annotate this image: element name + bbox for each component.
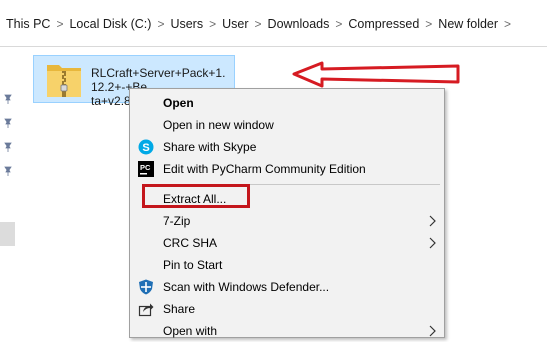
- menu-item-scan-defender[interactable]: Scan with Windows Defender...: [130, 276, 444, 298]
- breadcrumb: This PC > Local Disk (C:) > Users > User…: [4, 17, 515, 31]
- svg-text:PC: PC: [140, 163, 151, 172]
- breadcrumb-this-pc[interactable]: This PC: [4, 17, 52, 31]
- chevron-right-icon[interactable]: >: [209, 17, 216, 31]
- menu-item-label: Open with: [163, 324, 218, 338]
- menu-item-label: Open: [163, 96, 194, 110]
- menu-item-label: Share: [163, 302, 196, 316]
- menu-item-label: 7-Zip: [163, 214, 191, 228]
- skype-icon: S: [138, 139, 154, 155]
- menu-item-label: Share with Skype: [163, 140, 257, 154]
- menu-item-edit-pycharm[interactable]: PC Edit with PyCharm Community Edition: [130, 158, 444, 180]
- menu-item-label: CRC SHA: [163, 236, 218, 250]
- menu-item-label: Edit with PyCharm Community Edition: [163, 162, 366, 176]
- svg-text:S: S: [142, 142, 149, 154]
- pin-icon[interactable]: [3, 94, 13, 104]
- menu-item-open-with[interactable]: Open with: [130, 320, 444, 342]
- breadcrumb-users[interactable]: Users: [168, 17, 205, 31]
- menu-item-pin-to-start[interactable]: Pin to Start: [130, 254, 444, 276]
- nav-item-selected[interactable]: [0, 222, 15, 246]
- chevron-right-icon[interactable]: >: [255, 17, 262, 31]
- breadcrumb-compressed[interactable]: Compressed: [346, 17, 421, 31]
- pin-icon[interactable]: [3, 142, 13, 152]
- menu-item-7zip[interactable]: 7-Zip: [130, 210, 444, 232]
- chevron-right-icon[interactable]: >: [504, 17, 511, 31]
- zip-folder-icon: [47, 65, 81, 97]
- chevron-right-icon: [429, 325, 436, 337]
- chevron-right-icon[interactable]: >: [157, 17, 164, 31]
- menu-item-share[interactable]: Share: [130, 298, 444, 320]
- annotation-arrow-icon: [292, 61, 460, 88]
- breadcrumb-new-folder[interactable]: New folder: [436, 17, 500, 31]
- address-bar: This PC > Local Disk (C:) > Users > User…: [0, 0, 547, 47]
- menu-item-share-skype[interactable]: S Share with Skype: [130, 136, 444, 158]
- breadcrumb-downloads[interactable]: Downloads: [266, 17, 332, 31]
- chevron-right-icon: [429, 215, 436, 227]
- breadcrumb-user[interactable]: User: [220, 17, 250, 31]
- chevron-right-icon[interactable]: >: [425, 17, 432, 31]
- chevron-right-icon[interactable]: >: [56, 17, 63, 31]
- menu-item-label: Pin to Start: [163, 258, 223, 272]
- menu-item-open-new-window[interactable]: Open in new window: [130, 114, 444, 136]
- breadcrumb-local-disk[interactable]: Local Disk (C:): [67, 17, 153, 31]
- menu-item-label: Open in new window: [163, 118, 274, 132]
- menu-item-label: Scan with Windows Defender...: [163, 280, 330, 294]
- share-icon: [138, 303, 154, 317]
- menu-item-crc-sha[interactable]: CRC SHA: [130, 232, 444, 254]
- pin-icon[interactable]: [3, 166, 13, 176]
- pycharm-icon: PC: [138, 161, 154, 177]
- pin-icon[interactable]: [3, 118, 13, 128]
- chevron-right-icon: [429, 237, 436, 249]
- chevron-right-icon[interactable]: >: [335, 17, 342, 31]
- context-menu: Open Open in new window S Share with Sky…: [129, 88, 445, 338]
- annotation-highlight-box: [142, 184, 250, 208]
- windows-defender-icon: [139, 279, 153, 295]
- menu-item-open[interactable]: Open: [130, 92, 444, 114]
- navigation-pane: [0, 47, 16, 332]
